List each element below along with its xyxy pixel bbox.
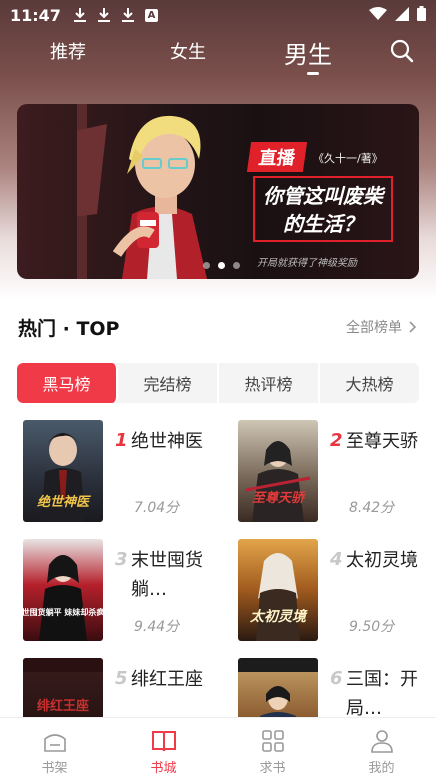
cover-title: 绝世神医 [37,494,91,510]
nav-bookshelf[interactable]: 书架 [0,718,109,776]
cover-title: 绯红王座 [37,698,89,714]
book-cover: 末世囤货躺平 妹妹却杀疯了 [23,539,103,641]
tab-recommend[interactable]: 推荐 [50,38,86,64]
rank-number: 1 [115,430,128,451]
nav-bookstore-label: 书城 [150,761,177,776]
rank-tab-hot-reviews[interactable]: 热评榜 [219,363,320,403]
banner-character-illustration [77,104,207,279]
rank-number: 2 [330,430,343,451]
book-score: 7.04分 [134,500,180,516]
banner-author: 《久十一/著》 [313,152,383,165]
carousel-dots [203,262,240,269]
cover-title: 末世囤货躺平 妹妹却杀疯了 [23,607,103,617]
open-book-icon [151,731,176,752]
book-title: 至尊天骄 [346,431,418,452]
carousel-dot [203,262,210,269]
book-title: 末世囤货躺… [131,550,203,600]
carousel-dot [233,262,240,269]
wifi-icon [369,6,387,25]
signal-icon [395,6,409,25]
rank-tab-top-hits[interactable]: 大热榜 [320,363,419,403]
promo-banner[interactable]: 直播 《久十一/著》 你管这叫废柴的生活？ 开局就获得了神级奖励 [17,104,419,279]
nav-profile-label: 我的 [368,761,395,776]
channel-tabs: 推荐 女生 男生 [0,30,436,80]
bottom-navigation: 书架 书城 求书 我的 [0,717,436,776]
status-bar: 11:47 A [0,0,436,30]
nav-request-book[interactable]: 求书 [218,718,327,776]
banner-title: 你管这叫废柴的生活？ [253,176,393,242]
status-time: 11:47 [10,5,61,25]
book-item[interactable]: 绝世神医 1 绝世神医 7.04分 [23,420,223,530]
book-title: 太初灵境 [346,550,418,571]
book-cover: 太初灵境 [238,539,318,641]
person-icon [370,730,393,753]
cover-title: 太初灵境 [249,608,308,625]
book-title: 绯红王座 [131,669,203,690]
search-icon[interactable] [389,38,415,64]
tab-male[interactable]: 男生 [284,35,332,70]
rank-number: 3 [115,549,128,570]
rank-tab-completed[interactable]: 完结榜 [118,363,219,403]
download-icon [97,7,111,23]
rank-tab-darkhorse[interactable]: 黑马榜 [17,363,118,403]
tab-female[interactable]: 女生 [170,38,206,64]
rank-number: 6 [330,668,343,689]
live-badge: 直播 [246,142,308,172]
rank-number: 4 [330,549,343,570]
battery-icon [417,5,426,25]
nav-bookshelf-label: 书架 [41,761,68,776]
chevron-right-icon [406,320,417,336]
book-item[interactable]: 末世囤货躺平 妹妹却杀疯了 3 末世囤货躺… 9.44分 [23,539,223,649]
book-score: 9.44分 [134,619,180,635]
section-title: 热门 · TOP [18,318,120,340]
banner-subtitle: 开局就获得了神级奖励 [257,258,357,269]
book-item[interactable]: 太初灵境 4 太初灵境 9.50分 [238,539,436,649]
book-item[interactable]: 至尊天骄 2 至尊天骄 8.42分 [238,420,436,530]
download-icon [121,7,135,23]
nav-bookstore[interactable]: 书城 [109,718,218,776]
cover-title: 至尊天骄 [252,490,306,506]
book-score: 8.42分 [349,500,395,516]
all-rankings-label: 全部榜单 [346,320,402,336]
rank-number: 5 [115,668,128,689]
all-rankings-link[interactable]: 全部榜单 [346,317,417,337]
download-icon [73,7,87,23]
bookshelf-icon [43,734,66,752]
nav-request-book-label: 求书 [259,761,286,776]
book-cover: 至尊天骄 [238,420,318,522]
book-title: 绝世神医 [131,431,203,452]
book-title: 三国：开局… [346,669,418,719]
nav-profile[interactable]: 我的 [327,718,436,776]
carousel-dot-active [218,262,225,269]
ranking-tabs: 黑马榜 完结榜 热评榜 大热榜 [17,363,419,403]
book-score: 9.50分 [349,619,395,635]
active-tab-indicator [307,72,319,75]
book-cover: 绝世神医 [23,420,103,522]
font-icon: A [144,8,158,22]
grid-icon [261,730,284,752]
app-screen: 11:47 A 推荐 女生 男生 直播 《久十一/著》 你管这叫废柴的生活？ 开… [0,0,436,776]
